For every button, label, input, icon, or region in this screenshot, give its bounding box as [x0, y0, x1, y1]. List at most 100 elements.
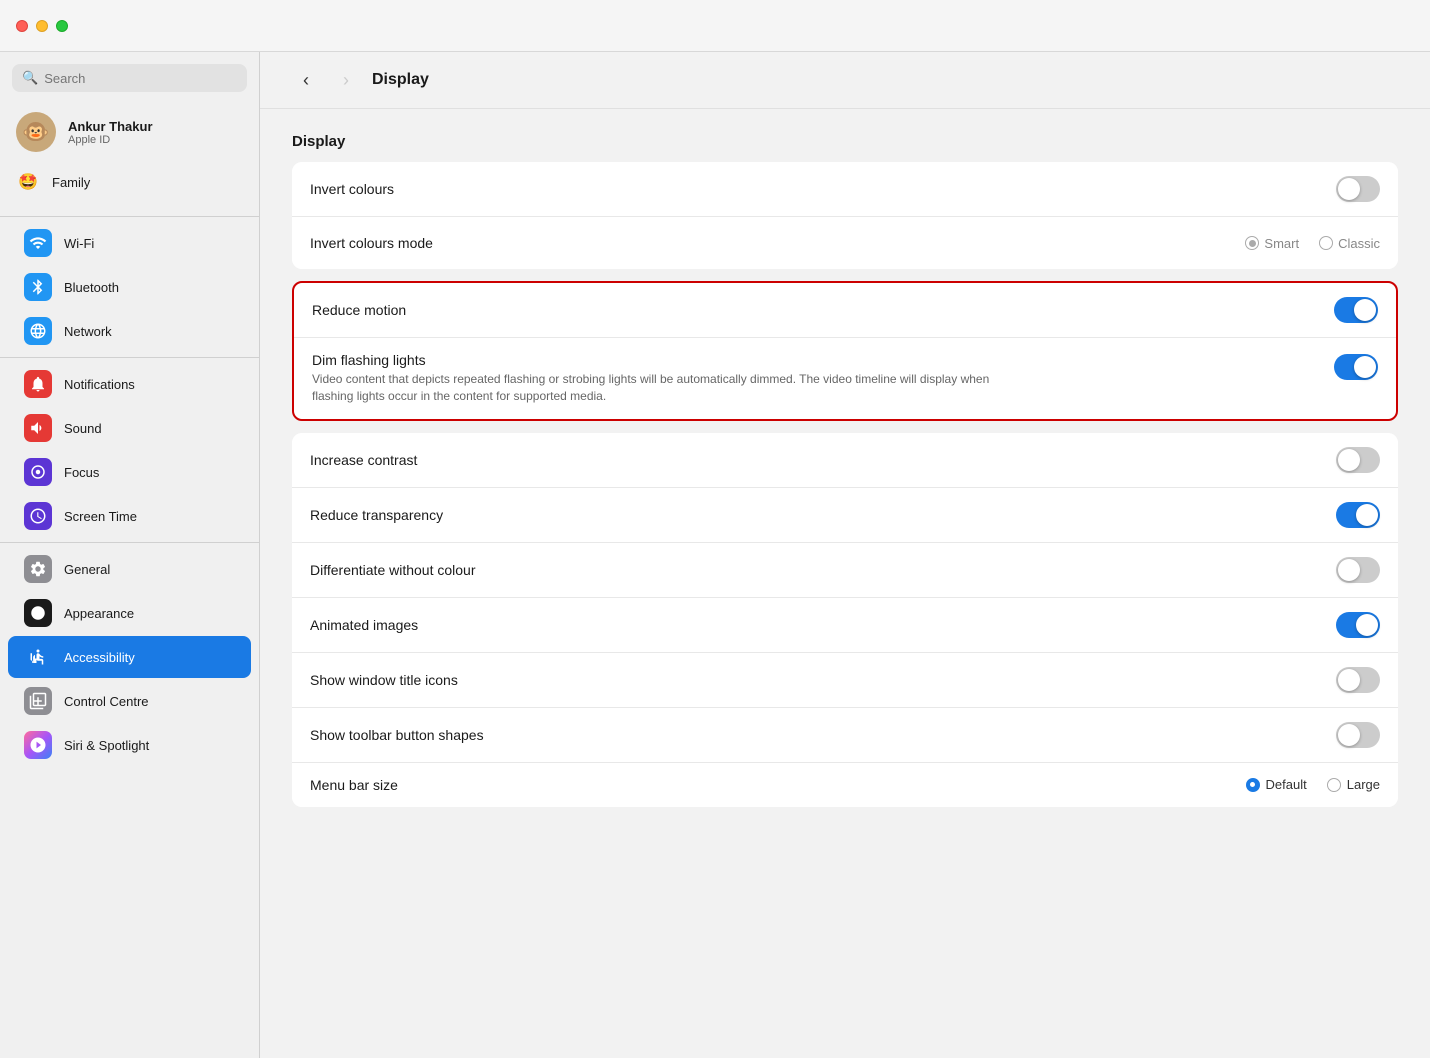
sidebar-item-screen-time[interactable]: Screen Time — [8, 495, 251, 537]
sidebar-item-notifications[interactable]: Notifications — [8, 363, 251, 405]
accessibility-icon — [24, 643, 52, 671]
increase-contrast-toggle[interactable] — [1336, 447, 1380, 473]
sidebar-item-wifi[interactable]: Wi-Fi — [8, 222, 251, 264]
setting-label: Differentiate without colour — [310, 562, 1336, 578]
minimize-button[interactable] — [36, 20, 48, 32]
content-body: Display Invert colours Invert colours mo… — [260, 109, 1430, 843]
toggle-knob — [1356, 614, 1378, 636]
setting-label: Show toolbar button shapes — [310, 727, 1336, 743]
setting-label: Invert colours mode — [310, 235, 1245, 251]
setting-label: Animated images — [310, 617, 1336, 633]
sidebar-item-appearance[interactable]: Appearance — [8, 592, 251, 634]
setting-row-increase-contrast: Increase contrast — [292, 433, 1398, 488]
back-button[interactable]: ‹ — [292, 66, 320, 94]
main-content: ‹ › Display Display Invert colours — [260, 52, 1430, 1058]
avatar: 🐵 — [16, 112, 56, 152]
sidebar-item-label: Focus — [64, 465, 99, 480]
menubar-option-large[interactable]: Large — [1327, 777, 1380, 792]
sidebar: 🔍 🐵 Ankur Thakur Apple ID 🤩 Family Wi — [0, 52, 260, 1058]
sidebar-item-focus[interactable]: Focus — [8, 451, 251, 493]
sidebar-item-bluetooth[interactable]: Bluetooth — [8, 266, 251, 308]
setting-label: Show window title icons — [310, 672, 1336, 688]
sidebar-divider — [0, 542, 259, 543]
radio-circle-smart — [1245, 236, 1259, 250]
radio-dot — [1249, 240, 1256, 247]
general-icon — [24, 555, 52, 583]
differentiate-without-colour-toggle[interactable] — [1336, 557, 1380, 583]
animated-images-toggle[interactable] — [1336, 612, 1380, 638]
title-bar — [0, 0, 1430, 52]
sidebar-item-network[interactable]: Network — [8, 310, 251, 352]
radio-blue-dot — [1250, 782, 1255, 787]
toggle-knob — [1338, 449, 1360, 471]
radio-option-smart[interactable]: Smart — [1245, 236, 1299, 251]
setting-row-reduce-transparency: Reduce transparency — [292, 488, 1398, 543]
toggle-knob — [1356, 504, 1378, 526]
menubar-option-default[interactable]: Default — [1246, 777, 1307, 792]
setting-desc: Video content that depicts repeated flas… — [312, 371, 992, 405]
user-subtitle: Apple ID — [68, 134, 153, 146]
sidebar-item-siri-spotlight[interactable]: Siri & Spotlight — [8, 724, 251, 766]
highlighted-settings-group: Reduce motion Dim flashing lights Video … — [292, 281, 1398, 421]
control-centre-icon — [24, 687, 52, 715]
username: Ankur Thakur — [68, 119, 153, 134]
setting-row-menu-bar-size: Menu bar size Default Large — [292, 763, 1398, 807]
section-title: Display — [292, 133, 1398, 150]
top-settings-group: Invert colours Invert colours mode — [292, 162, 1398, 269]
app-window: 🔍 🐵 Ankur Thakur Apple ID 🤩 Family Wi — [0, 52, 1430, 1058]
user-profile[interactable]: 🐵 Ankur Thakur Apple ID — [0, 104, 259, 160]
radio-option-classic[interactable]: Classic — [1319, 236, 1380, 251]
sidebar-item-label: Wi-Fi — [64, 236, 94, 251]
radio-label-classic: Classic — [1338, 236, 1380, 251]
dim-flashing-lights-toggle[interactable] — [1334, 354, 1378, 380]
user-info: Ankur Thakur Apple ID — [68, 119, 153, 146]
radio-group: Smart Classic — [1245, 236, 1380, 251]
setting-row-reduce-motion: Reduce motion — [294, 283, 1396, 338]
sidebar-item-label: Notifications — [64, 377, 135, 392]
focus-icon — [24, 458, 52, 486]
setting-row-invert-colours: Invert colours — [292, 162, 1398, 217]
radio-circle-classic — [1319, 236, 1333, 250]
reduce-motion-toggle[interactable] — [1334, 297, 1378, 323]
sidebar-item-label: Network — [64, 324, 112, 339]
sidebar-item-sound[interactable]: Sound — [8, 407, 251, 449]
forward-button[interactable]: › — [332, 66, 360, 94]
sidebar-item-label: Accessibility — [64, 650, 135, 665]
menubar-options: Default Large — [1246, 777, 1380, 792]
sidebar-item-label: Screen Time — [64, 509, 137, 524]
toggle-knob — [1338, 724, 1360, 746]
invert-colours-toggle[interactable] — [1336, 176, 1380, 202]
show-toolbar-button-shapes-toggle[interactable] — [1336, 722, 1380, 748]
sidebar-item-label: General — [64, 562, 110, 577]
menubar-option-default-label: Default — [1266, 777, 1307, 792]
appearance-icon — [24, 599, 52, 627]
sidebar-item-accessibility[interactable]: Accessibility — [8, 636, 251, 678]
search-input[interactable] — [44, 71, 237, 86]
maximize-button[interactable] — [56, 20, 68, 32]
sound-icon — [24, 414, 52, 442]
search-icon: 🔍 — [22, 70, 38, 86]
radio-blue-default — [1246, 778, 1260, 792]
show-window-title-icons-toggle[interactable] — [1336, 667, 1380, 693]
setting-label: Reduce motion — [312, 302, 1334, 318]
family-item[interactable]: 🤩 Family — [0, 164, 259, 200]
content-header: ‹ › Display — [260, 52, 1430, 109]
setting-row-invert-colours-mode: Invert colours mode Smart Classic — [292, 217, 1398, 269]
sidebar-item-general[interactable]: General — [8, 548, 251, 590]
sidebar-divider — [0, 216, 259, 217]
notifications-icon — [24, 370, 52, 398]
toggle-knob — [1354, 356, 1376, 378]
setting-label: Invert colours — [310, 181, 1336, 197]
search-bar[interactable]: 🔍 — [12, 64, 247, 92]
family-label: Family — [52, 175, 90, 190]
bottom-settings-group: Increase contrast Reduce transparency — [292, 433, 1398, 807]
sidebar-item-control-centre[interactable]: Control Centre — [8, 680, 251, 722]
setting-row-show-toolbar-button-shapes: Show toolbar button shapes — [292, 708, 1398, 763]
sidebar-item-label: Sound — [64, 421, 102, 436]
setting-row-animated-images: Animated images — [292, 598, 1398, 653]
reduce-transparency-toggle[interactable] — [1336, 502, 1380, 528]
radio-label-smart: Smart — [1264, 236, 1299, 251]
close-button[interactable] — [16, 20, 28, 32]
setting-label: Dim flashing lights — [312, 352, 1334, 368]
sidebar-divider — [0, 357, 259, 358]
